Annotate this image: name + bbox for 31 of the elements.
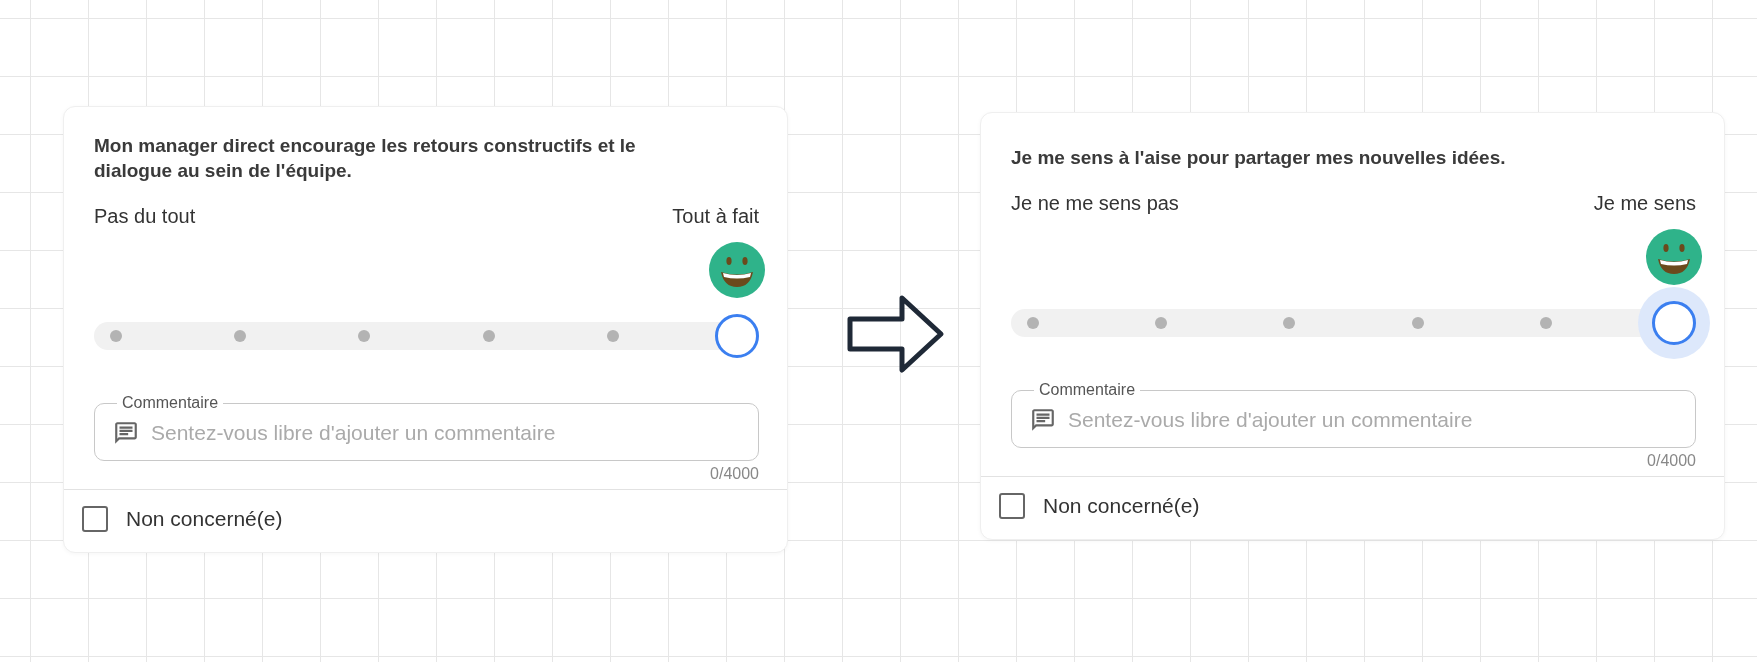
character-counter: 0/4000 [710,465,759,483]
slider-step-dot[interactable] [606,330,619,342]
comment-icon [113,420,139,446]
smiley-icon [709,242,765,298]
slider-step-dot[interactable] [1411,317,1424,329]
slider-step-dot[interactable] [1027,317,1039,329]
slider-step-dot[interactable] [358,330,371,342]
slider-step-dot[interactable] [482,330,495,342]
comment-field[interactable]: Commentaire Sentez-vous libre d'ajouter un commentaire [1011,381,1696,448]
slider-step-dot[interactable] [1283,317,1296,329]
checkbox[interactable] [82,506,108,532]
checkbox-label[interactable]: Non concerné(e) [126,507,283,531]
checkbox[interactable] [999,493,1025,519]
slider-step-dot[interactable] [1539,317,1552,329]
scale-max-label: Je me sens [1593,192,1696,215]
scale-min-label: Je ne me sens pas [1011,192,1179,215]
checkbox-label[interactable]: Non concerné(e) [1043,494,1200,518]
character-counter: 0/4000 [1647,452,1696,470]
comment-input[interactable]: Sentez-vous libre d'ajouter un commentaire [151,421,742,445]
slider-step-dot[interactable] [1155,317,1168,329]
scale-min-label: Pas du tout [94,205,196,228]
comment-field[interactable]: Commentaire Sentez-vous libre d'ajouter un commentaire [94,394,759,461]
comment-icon [1030,407,1056,433]
slider-step-dot[interactable] [110,330,122,342]
question-text: Mon manager direct encourage les retours constructifs et le dialogue au sein de l'équipe. [94,134,637,183]
comment-input[interactable]: Sentez-vous libre d'ajouter un commentaire [1068,408,1679,432]
scale-max-label: Tout à fait [672,205,759,228]
right-arrow-icon [846,293,946,375]
slider-step-dot[interactable] [234,330,247,342]
smiley-icon [1646,229,1702,285]
question-text: Je me sens à l'aise pour partager mes nouvelles idées. [1011,146,1507,170]
